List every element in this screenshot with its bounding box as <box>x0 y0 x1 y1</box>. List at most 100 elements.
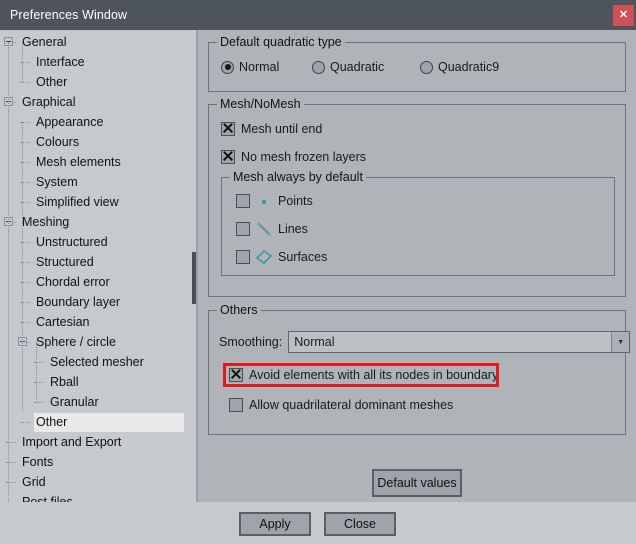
title-bar: Preferences Window ✕ <box>0 0 636 30</box>
checkbox-no-mesh-frozen-layers[interactable]: No mesh frozen layers <box>221 150 366 164</box>
sidebar-item-unstructured[interactable]: Unstructured <box>0 232 190 252</box>
sidebar-item-label: Rball <box>50 375 79 389</box>
checkbox-indicator <box>221 150 235 164</box>
preferences-content: Default quadratic type Normal Quadratic … <box>198 30 636 502</box>
checkbox-indicator <box>221 122 235 136</box>
radio-quadratic[interactable]: Quadratic <box>312 60 384 74</box>
group-mesh-always-by-default: Mesh always by default Points Lines Surf… <box>221 170 615 276</box>
sidebar-item-label-box: Interface <box>34 53 85 72</box>
sidebar-item-label: Fonts <box>22 455 54 469</box>
sidebar-item-label: Post files <box>22 495 73 502</box>
tree-guide-line <box>8 42 9 502</box>
sidebar-item-simplified-view[interactable]: Simplified view <box>0 192 190 212</box>
close-button[interactable]: Close <box>324 512 396 536</box>
sidebar-item-label: Unstructured <box>36 235 108 249</box>
sidebar-item-interface[interactable]: Interface <box>0 52 190 72</box>
sidebar-item-graphical[interactable]: Graphical <box>0 92 190 112</box>
sidebar-item-sphere-circle[interactable]: Sphere / circle <box>0 332 190 352</box>
group-legend-quadratic: Default quadratic type <box>217 35 345 49</box>
sidebar-item-label: Graphical <box>22 95 76 109</box>
sidebar-item-rball[interactable]: Rball <box>0 372 190 392</box>
default-values-button[interactable]: Default values <box>372 469 462 497</box>
sidebar-item-label-box: Other <box>34 73 67 92</box>
sidebar-item-label: System <box>36 175 78 189</box>
surface-icon <box>256 249 272 265</box>
sidebar-item-label: Simplified view <box>36 195 119 209</box>
checkbox-indicator <box>229 398 243 412</box>
checkbox-mesh-until-end[interactable]: Mesh until end <box>221 122 322 136</box>
sidebar-item-selected-mesher[interactable]: Selected mesher <box>0 352 190 372</box>
sidebar-item-label: General <box>22 35 67 49</box>
checkbox-label: Surfaces <box>278 250 328 264</box>
checkbox-indicator <box>236 250 250 264</box>
sidebar-item-label: Sphere / circle <box>36 335 116 349</box>
sidebar-item-label: Cartesian <box>36 315 90 329</box>
sidebar-item-boundary-layer[interactable]: Boundary layer <box>0 292 190 312</box>
tree-guide-line <box>22 222 23 412</box>
sidebar-item-mesh-elements[interactable]: Mesh elements <box>0 152 190 172</box>
point-icon <box>256 193 272 209</box>
checkbox-surfaces[interactable]: Surfaces <box>236 249 327 265</box>
settings-tree[interactable]: General Interface Other Graphical Appearance… <box>0 30 196 502</box>
radio-label: Quadratic9 <box>438 60 500 74</box>
checkbox-label: No mesh frozen layers <box>241 150 367 164</box>
apply-button[interactable]: Apply <box>239 512 311 536</box>
sidebar-item-label-box: Structured <box>34 253 94 272</box>
radio-indicator <box>221 60 234 74</box>
sidebar-item-label-box: General <box>20 33 66 52</box>
sidebar-item-label-box: Cartesian <box>34 313 90 332</box>
checkbox-points[interactable]: Points <box>236 193 313 209</box>
sidebar-item-label-box: Selected mesher <box>48 353 144 372</box>
checkbox-label: Allow quadrilateral dominant meshes <box>249 398 454 412</box>
sidebar-item-label: Structured <box>36 255 94 269</box>
sidebar-item-granular[interactable]: Granular <box>0 392 190 412</box>
smoothing-select[interactable]: Normal ▼ <box>288 331 631 353</box>
group-default-quadratic-type: Default quadratic type Normal Quadratic … <box>208 35 626 92</box>
sidebar-item-appearance[interactable]: Appearance <box>0 112 190 132</box>
preferences-window: Preferences Window ✕ General Interface Oth… <box>0 0 636 544</box>
chevron-down-icon[interactable]: ▼ <box>611 332 630 352</box>
sidebar-item-label: Interface <box>36 55 85 69</box>
close-icon[interactable]: ✕ <box>613 5 634 26</box>
radio-label: Quadratic <box>330 60 385 74</box>
sidebar-item-label: Chordal error <box>36 275 110 289</box>
sidebar-item-cartesian[interactable]: Cartesian <box>0 312 190 332</box>
sidebar-item-chordal-error[interactable]: Chordal error <box>0 272 190 292</box>
radio-label: Normal <box>239 60 280 74</box>
checkbox-label: Avoid elements with all its nodes in bou… <box>249 368 499 382</box>
sidebar-item-label-box: Granular <box>48 393 99 412</box>
checkbox-indicator <box>236 222 250 236</box>
sidebar-item-fonts[interactable]: Fonts <box>0 452 190 472</box>
sidebar-item-import-and-export[interactable]: Import and Export <box>0 432 190 452</box>
sidebar-item-label-box: Sphere / circle <box>34 333 116 352</box>
radio-quadratic9[interactable]: Quadratic9 <box>420 60 499 74</box>
sidebar-item-other[interactable]: Other <box>0 412 190 432</box>
sidebar-item-label: Appearance <box>36 115 104 129</box>
checkbox-allow-quadrilateral-dominant-meshes[interactable]: Allow quadrilateral dominant meshes <box>229 398 453 412</box>
sidebar-item-meshing[interactable]: Meshing <box>0 212 190 232</box>
sidebar-item-system[interactable]: System <box>0 172 190 192</box>
sidebar-item-other[interactable]: Other <box>0 72 190 92</box>
sidebar-item-grid[interactable]: Grid <box>0 472 190 492</box>
sidebar-item-label-box: Mesh elements <box>34 153 121 172</box>
sidebar-item-label-box: Colours <box>34 133 79 152</box>
sidebar-item-structured[interactable]: Structured <box>0 252 190 272</box>
sidebar-item-label: Import and Export <box>22 435 122 449</box>
smoothing-row: Smoothing: Normal ▼ <box>219 331 631 353</box>
sidebar-item-label-box: Post files <box>20 493 73 502</box>
checkbox-lines[interactable]: Lines <box>236 221 308 237</box>
sidebar-item-label-box: Other <box>34 412 184 432</box>
sidebar-item-label-box: Grid <box>20 473 46 492</box>
sidebar-item-label: Mesh elements <box>36 155 121 169</box>
sidebar-item-colours[interactable]: Colours <box>0 132 190 152</box>
radio-normal[interactable]: Normal <box>221 60 279 74</box>
sidebar-item-label-box: Appearance <box>34 113 103 132</box>
tree-guide-line <box>36 342 37 402</box>
sidebar-item-general[interactable]: General <box>0 32 190 52</box>
checkbox-avoid-elements-nodes-boundary[interactable]: Avoid elements with all its nodes in bou… <box>229 368 498 382</box>
sidebar-item-label-box: Boundary layer <box>34 293 120 312</box>
sidebar-item-label: Other <box>36 415 68 429</box>
group-legend-mesh-default: Mesh always by default <box>230 170 366 184</box>
group-mesh-nomesh: Mesh/NoMesh Mesh until end No mesh froze… <box>208 97 626 297</box>
sidebar-item-post-files[interactable]: Post files <box>0 492 190 502</box>
